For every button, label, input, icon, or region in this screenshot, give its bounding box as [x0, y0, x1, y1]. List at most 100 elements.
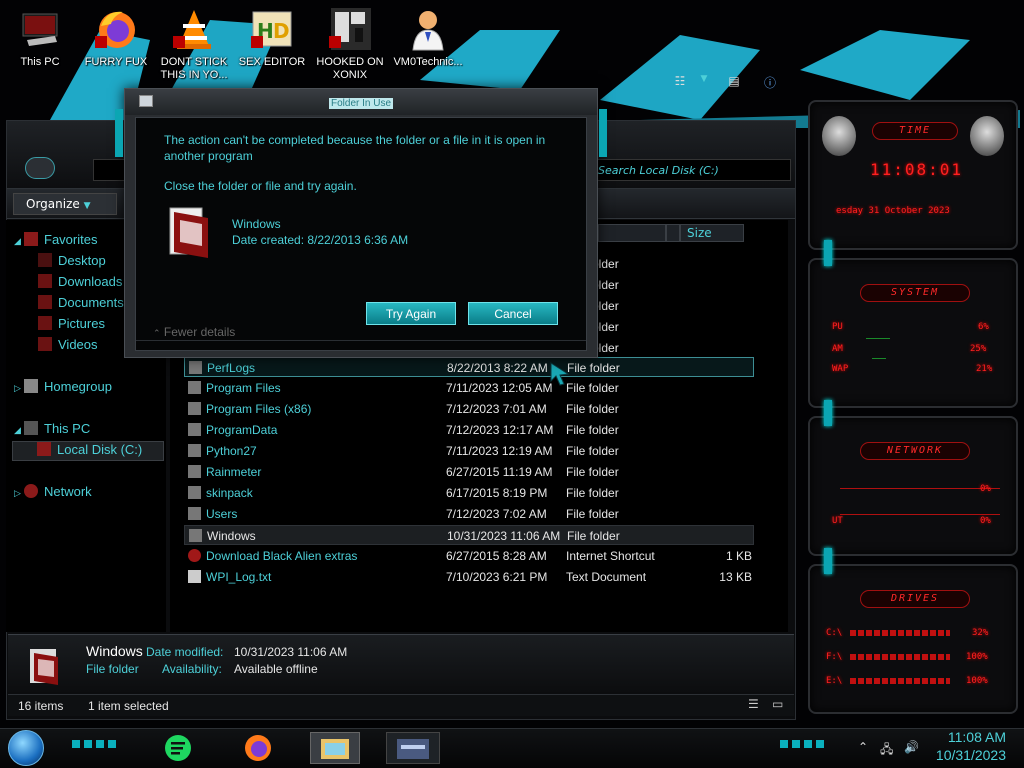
back-button[interactable]: [25, 157, 55, 179]
widget-accent: [824, 400, 832, 426]
desktop-icon-furry-fux[interactable]: FURRY FUX: [78, 6, 154, 88]
folder-icon: [166, 204, 212, 260]
details-pane: Windows File folder Date modified: 10/31…: [8, 634, 794, 692]
firefox-icon[interactable]: [238, 732, 278, 764]
nav-downloads[interactable]: Downloads: [38, 274, 122, 294]
status-item-count: 16 items: [18, 699, 64, 713]
chevron-down-icon[interactable]: ▼: [692, 74, 716, 92]
chevron-down-icon: ▼: [83, 201, 91, 211]
drive-f-usage-bar: [850, 654, 950, 660]
network-tray-icon[interactable]: 🖧: [880, 740, 894, 756]
desktop-icon-label: SEX EDITOR: [238, 56, 306, 68]
svg-text:D: D: [273, 19, 290, 43]
network-widget: NETWORK 0% UT 0%: [808, 416, 1018, 556]
nav-network[interactable]: ▷ Network: [14, 484, 92, 504]
homegroup-icon: [24, 379, 38, 393]
desktop-icon-hooked-on-xonix[interactable]: HOOKED ON XONIX: [312, 6, 388, 88]
vlc-icon: [171, 6, 217, 52]
spotify-icon[interactable]: [158, 732, 198, 764]
desktop-icon-label: HOOKED ON XONIX: [316, 56, 384, 81]
file-move-icon: [139, 95, 153, 107]
help-icon[interactable]: ⓘ: [758, 74, 782, 92]
desktop-icon-label: FURRY FUX: [84, 56, 148, 68]
details-availability: Available offline: [234, 662, 318, 676]
table-row[interactable]: Python27 7/11/2023 12:19 AM File folder: [184, 441, 754, 461]
search-input[interactable]: Search Local Disk (C:): [591, 159, 791, 181]
table-row[interactable]: ProgramData 7/12/2023 12:17 AM File folder: [184, 420, 754, 440]
widget-accent: [824, 548, 832, 574]
dialog-title-bar[interactable]: Folder In Use: [125, 89, 597, 115]
table-row[interactable]: Rainmeter 6/27/2015 11:19 AM File folder: [184, 462, 754, 482]
large-icons-view-icon[interactable]: ▭: [772, 697, 783, 711]
show-hidden-icons[interactable]: ⌃: [858, 740, 872, 754]
desktop-folder-icon: [38, 253, 52, 267]
network-graph-line: [840, 514, 1000, 515]
internet-shortcut-icon: [188, 549, 201, 562]
table-row[interactable]: Program Files (x86) 7/12/2023 7:01 AM File…: [184, 399, 754, 419]
try-again-button[interactable]: Try Again: [366, 302, 456, 325]
column-divider[interactable]: [666, 224, 680, 242]
table-row[interactable]: Download Black Alien extras 6/27/2015 8:2…: [184, 546, 754, 566]
folder-icon: [188, 444, 201, 457]
volume-icon[interactable]: 🔊: [904, 740, 919, 754]
taskbar-accent: [72, 740, 116, 748]
taskbar-date[interactable]: 10/31/2023: [936, 747, 1006, 763]
dialog-instruction: Close the folder or file and try again.: [164, 179, 357, 193]
drive-c-usage-bar: [850, 630, 950, 636]
column-header-type[interactable]: [598, 224, 666, 242]
taskbar-time[interactable]: 11:08 AM: [948, 729, 1006, 745]
preview-pane-icon[interactable]: ▤: [722, 74, 746, 92]
folder-in-use-dialog: Folder In Use The action can't be comple…: [115, 88, 607, 358]
expand-icon: ◢: [14, 425, 21, 435]
system-widget-header: SYSTEM: [860, 284, 970, 302]
desktop-icon-vm0technic[interactable]: VM0Technic...: [390, 6, 466, 88]
expand-icon: ▷: [14, 488, 21, 498]
table-row[interactable]: skinpack 6/17/2015 8:19 PM File folder: [184, 483, 754, 503]
table-row[interactable]: WPI_Log.txt 7/10/2023 6:21 PM Text Documen…: [184, 567, 754, 587]
cancel-button[interactable]: Cancel: [468, 302, 558, 325]
chevron-up-icon: ⌃: [153, 328, 161, 338]
widget-date: esday 31 October 2023: [836, 206, 950, 216]
nav-videos[interactable]: Videos: [38, 337, 98, 357]
dialog-divider: [136, 340, 586, 341]
expand-icon: ▷: [14, 383, 21, 393]
table-row[interactable]: PerfLogs 8/22/2013 8:22 AM File folder: [184, 357, 754, 377]
nav-documents[interactable]: Documents: [38, 295, 124, 315]
dialog-side-accent: [599, 109, 607, 157]
cpu-graph-line: [866, 338, 890, 339]
folder-icon: [28, 647, 62, 687]
desktop-icon-this-pc[interactable]: This PC: [2, 6, 78, 88]
folder-icon: [188, 381, 201, 394]
dialog-item-date: Date created: 8/22/2013 6:36 AM: [232, 233, 409, 247]
table-row[interactable]: Users 7/12/2023 7:02 AM File folder: [184, 504, 754, 524]
dialog-message: The action can't be completed because th…: [164, 133, 546, 163]
organize-button[interactable]: Organize ▼: [13, 193, 117, 215]
widget-clock: 11:08:01: [870, 160, 964, 179]
expand-icon: ◢: [14, 236, 21, 246]
desktop-icon-dont-stick[interactable]: DONT STICK THIS IN YO...: [156, 6, 232, 88]
hxd-icon: HD: [249, 6, 295, 52]
ram-graph-line: [872, 358, 886, 359]
table-row[interactable]: Program Files 7/11/2023 12:05 AM File fold…: [184, 378, 754, 398]
desktop-icon-sex-editor[interactable]: HD SEX EDITOR: [234, 6, 310, 88]
column-header-size[interactable]: Size: [680, 224, 744, 242]
nav-local-disk[interactable]: Local Disk (C:): [12, 441, 164, 461]
nav-pictures[interactable]: Pictures: [38, 316, 105, 336]
nav-desktop[interactable]: Desktop: [38, 253, 106, 273]
change-view-icon[interactable]: ☷: [668, 74, 692, 92]
start-button[interactable]: [8, 730, 44, 766]
fewer-details-toggle[interactable]: ⌃ Fewer details: [153, 325, 235, 339]
drives-widget-header: DRIVES: [860, 590, 970, 608]
organize-label: Organize: [26, 197, 80, 211]
control-panel-icon[interactable]: [386, 732, 440, 764]
nav-this-pc[interactable]: ◢ This PC: [14, 421, 90, 441]
downloads-folder-icon: [38, 274, 52, 288]
details-date-modified: 10/31/2023 11:06 AM: [234, 645, 348, 659]
explorer-icon[interactable]: [310, 732, 360, 764]
computer-icon: [17, 6, 63, 52]
nav-favorites[interactable]: ◢ Favorites: [14, 232, 97, 252]
details-view-icon[interactable]: ☰: [748, 697, 759, 711]
nav-homegroup[interactable]: ▷ Homegroup: [14, 379, 112, 399]
table-row[interactable]: Windows 10/31/2023 11:06 AM File folder: [184, 525, 754, 545]
drive-icon: [37, 442, 51, 456]
